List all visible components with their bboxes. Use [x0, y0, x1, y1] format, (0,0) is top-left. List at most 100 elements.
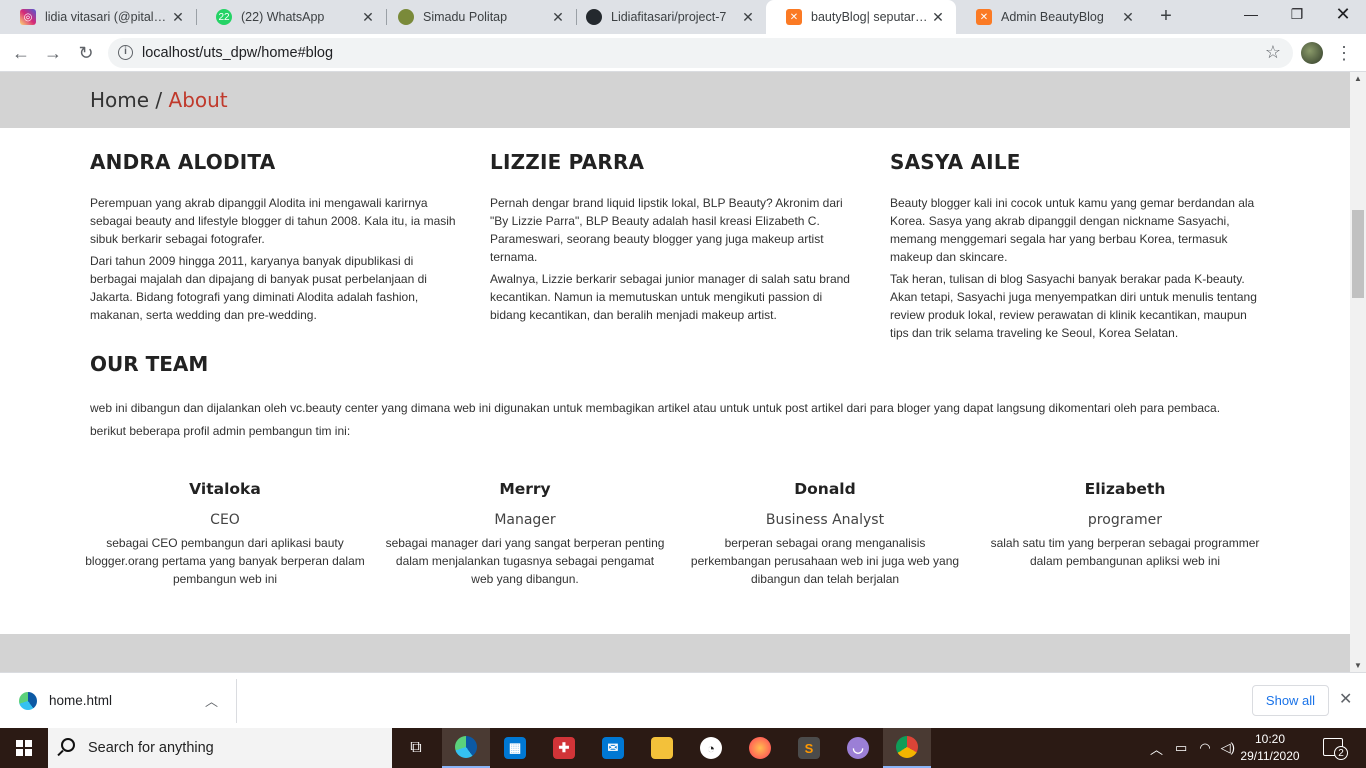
team-description: web ini dibangun dan dijalankan oleh vc.…: [90, 397, 1270, 443]
close-icon[interactable]: ✕: [170, 9, 186, 26]
breadcrumb-bar: Home / About: [0, 72, 1350, 128]
member-name: Vitaloka: [189, 480, 261, 498]
github-icon: [586, 9, 602, 25]
member-description: berperan sebagai orang menganalisis perk…: [690, 536, 960, 586]
tab-whatsapp[interactable]: 22 (22) WhatsApp ✕: [196, 0, 386, 34]
download-filename[interactable]: home.html: [49, 693, 112, 708]
breadcrumb-current: About: [168, 88, 228, 112]
url-text[interactable]: localhost/uts_dpw/home#blog: [142, 45, 333, 61]
clock-time: 10:20: [1254, 732, 1286, 746]
search-icon: [61, 738, 75, 752]
new-tab-button[interactable]: +: [1155, 5, 1177, 27]
close-icon[interactable]: ✕: [930, 9, 946, 26]
xampp-icon: ✕: [976, 9, 992, 25]
tab-title: lidia vitasari (@pitaloka: [45, 10, 170, 24]
blogger-card: ANDRA ALODITA Perempuan yang akrab dipan…: [90, 150, 460, 328]
sublime-app-icon[interactable]: S: [785, 728, 833, 768]
team-title: OUR TEAM: [90, 352, 209, 376]
tab-title: bautyBlog| seputar dun: [811, 10, 930, 24]
forward-button[interactable]: →: [40, 40, 66, 66]
battery-icon[interactable]: ▭: [1175, 740, 1187, 756]
address-bar[interactable]: i localhost/uts_dpw/home#blog ☆: [108, 38, 1293, 68]
team-member-card: Merry Manager sebagai manager dari yang …: [385, 480, 665, 588]
blogger-name: LIZZIE PARRA: [490, 150, 645, 174]
show-all-button[interactable]: Show all: [1252, 685, 1329, 716]
close-window-button[interactable]: ✕: [1320, 0, 1366, 30]
store-app-icon[interactable]: ▦: [491, 728, 539, 768]
mail-app-icon[interactable]: ✉: [589, 728, 637, 768]
member-role: Manager: [494, 512, 556, 528]
edge-app-icon[interactable]: [442, 728, 490, 768]
member-description: sebagai manager dari yang sangat berpera…: [385, 536, 665, 586]
wifi-icon[interactable]: ◠: [1199, 740, 1210, 756]
breadcrumb-separator: /: [149, 88, 169, 112]
tab-strip: ◎ lidia vitasari (@pitaloka ✕ 22 (22) Wh…: [0, 0, 1366, 34]
clock[interactable]: 10:20 29/11/2020: [1240, 731, 1300, 765]
politap-icon: [398, 9, 414, 25]
member-name: Merry: [499, 480, 551, 498]
member-role: programer: [1087, 512, 1163, 528]
tab-admin-beautyblog[interactable]: ✕ Admin BeautyBlog ✕: [956, 0, 1146, 34]
gift-app-icon[interactable]: ✚: [540, 728, 588, 768]
system-tray: ︿ ▭ ◠ ◁): [1150, 728, 1235, 768]
chevron-up-icon[interactable]: ︿: [205, 691, 218, 710]
team-member-card: Elizabeth programer salah satu tim yang …: [985, 480, 1265, 570]
bookmark-star-icon[interactable]: ☆: [1265, 42, 1281, 63]
volume-icon[interactable]: ◁): [1221, 740, 1235, 756]
blogger-card: LIZZIE PARRA Pernah dengar brand liquid …: [490, 150, 860, 328]
footer-band: [0, 634, 1350, 672]
download-shelf: home.html ︿ Show all ✕: [0, 672, 1366, 728]
clock-date: 29/11/2020: [1240, 749, 1300, 763]
scroll-down-arrow-icon[interactable]: ▼: [1354, 661, 1362, 670]
team-description-line: web ini dibangun dan dijalankan oleh vc.…: [90, 401, 1221, 415]
chrome-app-icon[interactable]: [883, 728, 931, 768]
browser-toolbar: ← → ↻ i localhost/uts_dpw/home#blog ☆: [0, 34, 1366, 72]
breadcrumb-home[interactable]: Home: [90, 88, 149, 112]
file-explorer-icon[interactable]: [638, 728, 686, 768]
member-name: Elizabeth: [1084, 480, 1166, 498]
start-button[interactable]: [0, 728, 48, 768]
vertical-scrollbar[interactable]: ▲ ▼: [1350, 72, 1366, 672]
media-app-icon[interactable]: ◔: [687, 728, 735, 768]
whatsapp-icon: 22: [216, 9, 232, 25]
tab-github[interactable]: Lidiafitasari/project-7 ✕: [566, 0, 766, 34]
member-name: Donald: [794, 480, 856, 498]
tab-beautyblog[interactable]: ✕ bautyBlog| seputar dun ✕: [766, 0, 956, 34]
blogger-paragraph: Tak heran, tulisan di blog Sasyachi bany…: [890, 272, 1257, 340]
search-placeholder: Search for anything: [88, 740, 214, 756]
close-icon[interactable]: ✕: [1120, 9, 1136, 26]
restore-button[interactable]: ❐: [1274, 0, 1320, 30]
close-icon[interactable]: ✕: [360, 9, 376, 26]
minimize-button[interactable]: —: [1228, 0, 1274, 30]
reload-button[interactable]: ↻: [73, 40, 99, 66]
profile-avatar[interactable]: [1301, 42, 1323, 64]
member-description: sebagai CEO pembangun dari aplikasi baut…: [85, 536, 365, 586]
edge-file-icon: [19, 692, 37, 710]
tab-title: (22) WhatsApp: [241, 10, 325, 24]
task-view-icon[interactable]: ⧉: [392, 728, 440, 768]
firefox-app-icon[interactable]: [736, 728, 784, 768]
tab-title: Simadu Politap: [423, 10, 508, 24]
tab-instagram[interactable]: ◎ lidia vitasari (@pitaloka ✕: [0, 0, 196, 34]
tab-simadu[interactable]: Simadu Politap ✕: [378, 0, 576, 34]
taskbar-search[interactable]: Search for anything: [48, 728, 392, 768]
team-member-card: Vitaloka CEO sebagai CEO pembangun dari …: [85, 480, 365, 588]
close-icon[interactable]: ✕: [740, 9, 756, 26]
menu-icon[interactable]: ⋮: [1335, 38, 1353, 68]
scroll-up-arrow-icon[interactable]: ▲: [1354, 74, 1362, 83]
blogger-name: SASYA AILE: [890, 150, 1021, 174]
blogger-paragraph: Awalnya, Lizzie berkarir sebagai junior …: [490, 272, 850, 322]
scrollbar-thumb[interactable]: [1352, 210, 1364, 298]
page-viewport: Home / About ANDRA ALODITA Perempuan yan…: [0, 72, 1350, 672]
team-member-card: Donald Business Analyst berperan sebagai…: [685, 480, 965, 588]
close-icon[interactable]: ✕: [550, 9, 566, 26]
tab-title: Admin BeautyBlog: [1001, 10, 1104, 24]
team-description-line: berikut beberapa profil admin pembangun …: [90, 424, 351, 438]
chat-app-icon[interactable]: ◡: [834, 728, 882, 768]
blogger-paragraph: Beauty blogger kali ini cocok untuk kamu…: [890, 196, 1255, 264]
blogger-name: ANDRA ALODITA: [90, 150, 276, 174]
back-button[interactable]: ←: [8, 40, 34, 66]
chevron-up-icon[interactable]: ︿: [1150, 739, 1163, 758]
info-icon[interactable]: i: [118, 45, 133, 60]
close-icon[interactable]: ✕: [1339, 689, 1352, 709]
